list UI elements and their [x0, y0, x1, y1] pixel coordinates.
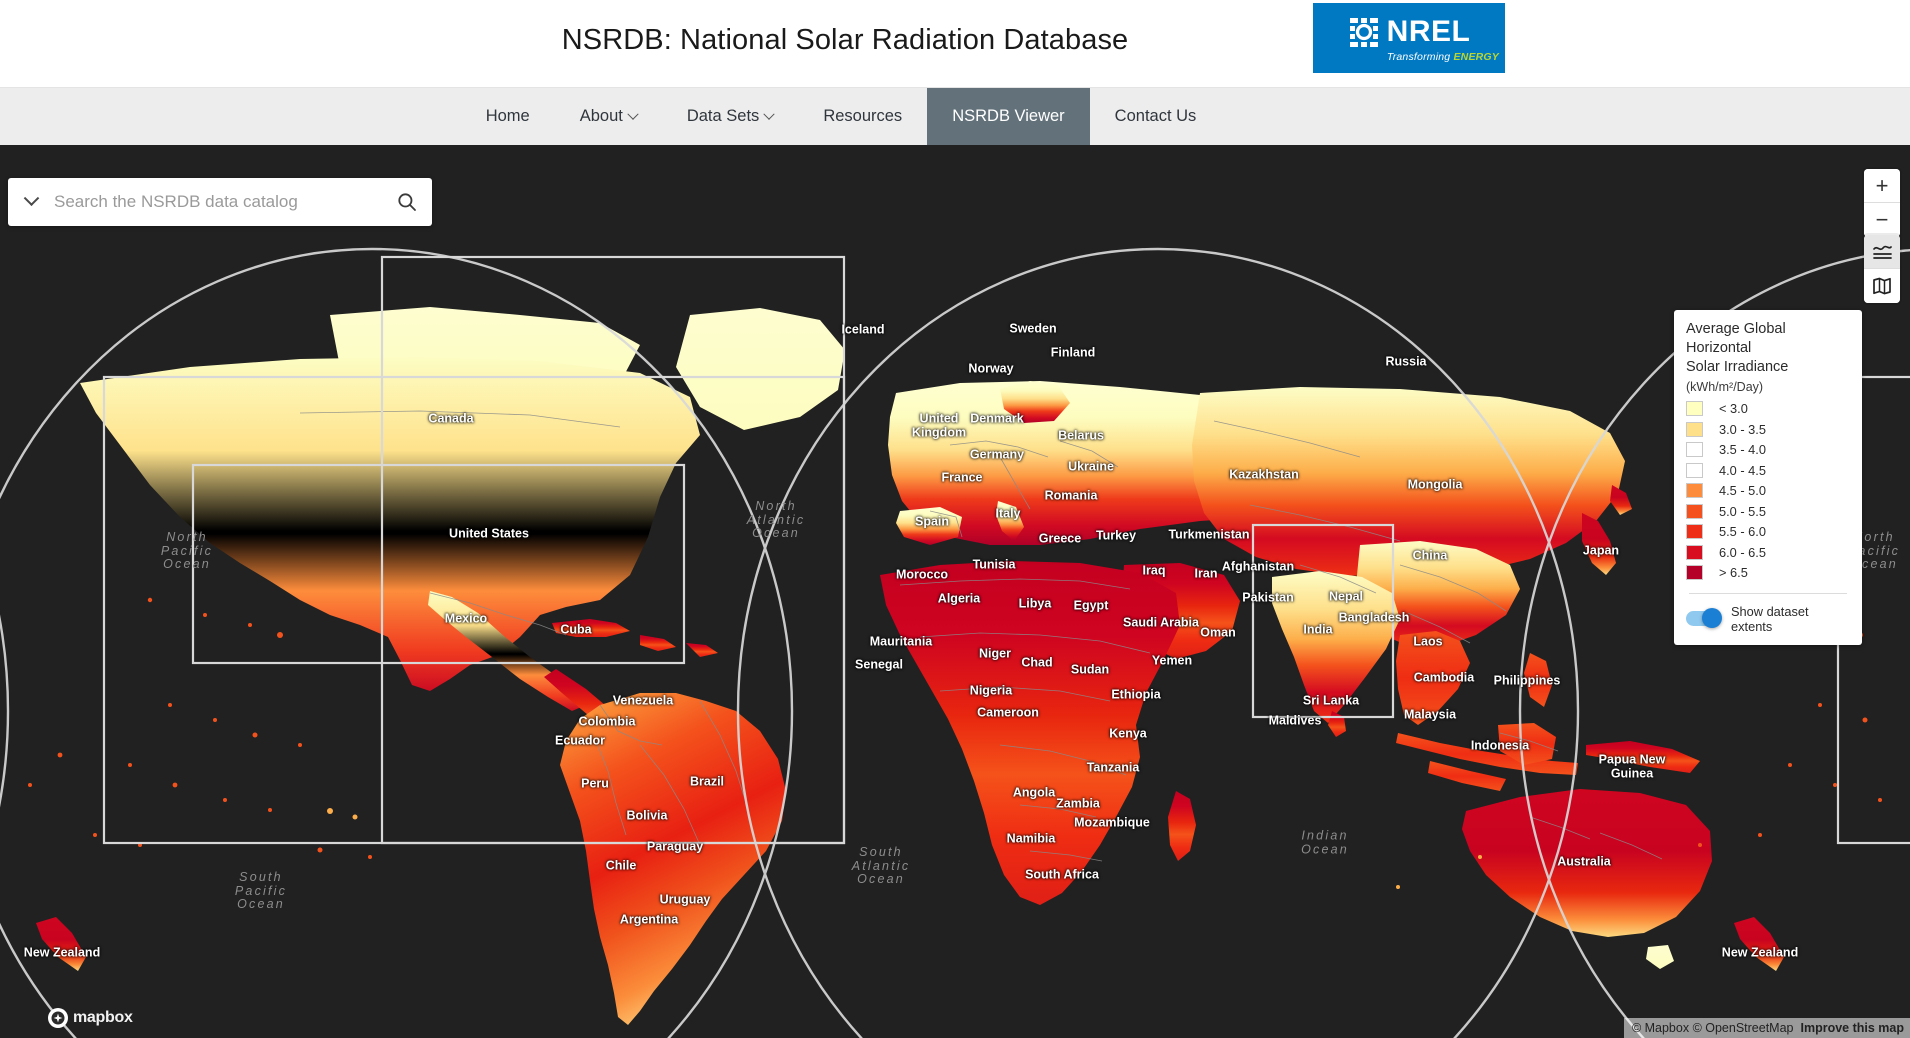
- nav-label: About: [579, 107, 623, 125]
- legend-row: 3.0 - 3.5: [1686, 419, 1850, 440]
- legend-row: 6.0 - 6.5: [1686, 542, 1850, 563]
- zoom-in-button[interactable]: +: [1864, 169, 1900, 203]
- legend-label: 4.5 - 5.0: [1719, 483, 1766, 499]
- legend-row: 5.0 - 5.5: [1686, 501, 1850, 522]
- chevron-down-icon: [627, 108, 639, 120]
- legend-panel[interactable]: Average Global Horizontal Solar Irradian…: [1674, 310, 1862, 645]
- mapbox-logo[interactable]: mapbox: [48, 1008, 133, 1028]
- legend-swatch: [1686, 442, 1703, 458]
- zoom-controls[interactable]: + −: [1864, 169, 1900, 237]
- legend-title-line-2: Solar Irradiance: [1686, 359, 1789, 376]
- nav-label: NSRDB Viewer: [952, 107, 1065, 125]
- legend-swatch: [1686, 565, 1703, 581]
- nav-item-home[interactable]: Home: [461, 88, 555, 145]
- mapbox-wordmark: mapbox: [73, 1009, 133, 1026]
- nrel-wordmark: NREL: [1386, 14, 1471, 48]
- nav-item-about[interactable]: About: [555, 88, 662, 145]
- page-title: NSRDB: National Solar Radiation Database: [561, 24, 1129, 56]
- legend-title: Average Global Horizontal Solar Irradian…: [1686, 320, 1850, 377]
- legend-units: (kWh/m²/Day): [1686, 380, 1764, 395]
- legend-label: 5.5 - 6.0: [1719, 524, 1766, 540]
- legend-swatch: [1686, 421, 1703, 437]
- legend-label: 3.0 - 3.5: [1719, 421, 1766, 437]
- legend-swatch: [1686, 544, 1703, 560]
- nav-label: Data Sets: [686, 107, 760, 125]
- map-viewport[interactable]: Iceland Sweden Norway Finland Russia Denmark U…: [0, 145, 1910, 1038]
- nav-item-nsrdb-viewer[interactable]: NSRDB Viewer: [927, 88, 1090, 145]
- legend-row: > 6.5: [1686, 562, 1850, 583]
- dataset-extents-toggle-row[interactable]: Show dataset extents: [1686, 604, 1850, 634]
- nrel-tagline: Transforming ENERGY: [1386, 50, 1499, 63]
- layers-wave-icon[interactable]: [1864, 235, 1900, 269]
- site-header: NSRDB: National Solar Radiation Database…: [0, 0, 1910, 88]
- legend-scale: < 3.0 3.0 - 3.5 3.5 - 4.0 4.0 - 4.5 4.5 - 5.…: [1686, 398, 1850, 583]
- legend-row: < 3.0: [1686, 398, 1850, 419]
- legend-row: 5.5 - 6.0: [1686, 521, 1850, 542]
- search-bar[interactable]: [8, 178, 432, 226]
- improve-this-map-link[interactable]: Improve this map: [1801, 1021, 1905, 1035]
- chevron-down-icon: [763, 108, 775, 120]
- legend-label: 4.0 - 4.5: [1719, 462, 1766, 478]
- legend-row: 4.0 - 4.5: [1686, 460, 1850, 481]
- legend-swatch: [1686, 524, 1703, 540]
- nav-item-resources[interactable]: Resources: [798, 88, 927, 145]
- zoom-out-button[interactable]: −: [1864, 203, 1900, 237]
- dataset-extents-toggle-label: Show dataset extents: [1731, 603, 1809, 634]
- legend-label: 5.0 - 5.5: [1719, 503, 1766, 519]
- nav-label: Contact Us: [1114, 107, 1197, 125]
- legend-swatch: [1686, 503, 1703, 519]
- legend-swatch: [1686, 401, 1703, 417]
- main-navigation: Home About Data Sets Resources NSRDB Vie…: [0, 88, 1910, 145]
- legend-label: > 6.5: [1719, 565, 1748, 581]
- legend-row: 4.5 - 5.0: [1686, 480, 1850, 501]
- dataset-extents-toggle[interactable]: [1686, 608, 1722, 629]
- legend-title-line-1: Average Global Horizontal: [1686, 321, 1786, 357]
- legend-label: 3.5 - 4.0: [1719, 442, 1766, 458]
- legend-divider: [1689, 592, 1847, 594]
- nrel-emblem-icon: [1348, 16, 1380, 48]
- chevron-down-icon[interactable]: [8, 189, 54, 208]
- legend-swatch: [1686, 483, 1703, 499]
- legend-swatch: [1686, 462, 1703, 478]
- nav-label: Home: [485, 107, 530, 125]
- attribution-copyright: © Mapbox © OpenStreetMap: [1631, 1021, 1794, 1035]
- legend-label: < 3.0: [1719, 401, 1748, 417]
- mapbox-mark-icon: [48, 1008, 68, 1028]
- map-tool-controls[interactable]: [1864, 235, 1900, 303]
- nrel-logo[interactable]: NREL Transforming ENERGY: [1313, 3, 1505, 73]
- search-icon[interactable]: [382, 192, 432, 212]
- legend-label: 6.0 - 6.5: [1719, 544, 1766, 560]
- map-attribution: © Mapbox © OpenStreetMap Improve this ma…: [1623, 1018, 1910, 1038]
- toggle-knob: [1702, 608, 1722, 629]
- map-canvas[interactable]: [0, 145, 1910, 1038]
- legend-row: 3.5 - 4.0: [1686, 439, 1850, 460]
- nav-label: Resources: [823, 107, 903, 125]
- search-input[interactable]: [54, 192, 382, 212]
- nav-item-contact-us[interactable]: Contact Us: [1090, 88, 1222, 145]
- nav-item-data-sets[interactable]: Data Sets: [662, 88, 798, 145]
- map-book-icon[interactable]: [1864, 269, 1900, 303]
